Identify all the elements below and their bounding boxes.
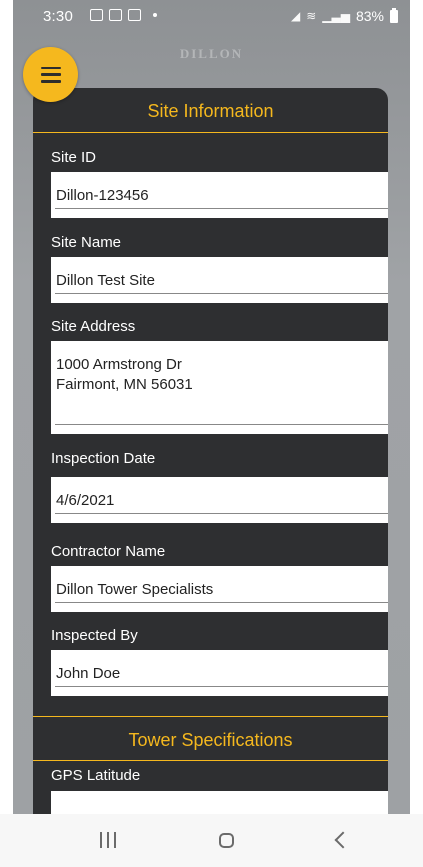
home-button[interactable]	[211, 828, 241, 852]
contractor-name-value: Dillon Tower Specialists	[56, 581, 214, 598]
back-icon	[334, 831, 352, 849]
field-underline	[55, 208, 388, 209]
mute-icon: ◢	[290, 9, 301, 23]
site-address-value: 1000 Armstrong Dr Fairmont, MN 56031	[56, 356, 193, 393]
site-address-field[interactable]: 1000 Armstrong Dr Fairmont, MN 56031	[51, 341, 388, 434]
site-name-field[interactable]: Dillon Test Site	[51, 257, 388, 303]
message-notification-icon	[109, 9, 122, 21]
home-icon	[218, 832, 234, 848]
message-notification-icon	[90, 9, 103, 21]
system-status: ◢ ≋ ▁▃▅ 83%	[290, 7, 398, 24]
site-id-label: Site ID	[51, 149, 97, 166]
inspection-date-label: Inspection Date	[51, 450, 156, 467]
signal-icon: ▁▃▅	[322, 9, 350, 23]
field-underline	[55, 293, 388, 294]
screen: 3:30 ◢ ≋ ▁▃▅ 83% DILLON Site Information…	[0, 0, 423, 867]
field-underline	[55, 424, 388, 425]
more-notifications-dot-icon	[153, 13, 157, 17]
site-address-label: Site Address	[51, 318, 136, 335]
section-header-site-information: Site Information	[33, 88, 388, 133]
field-underline	[55, 513, 388, 514]
site-id-value: Dillon-123456	[56, 187, 149, 204]
site-name-label: Site Name	[51, 234, 122, 251]
gps-latitude-label: GPS Latitude	[51, 767, 141, 784]
app-background: 3:30 ◢ ≋ ▁▃▅ 83% DILLON Site Information…	[13, 0, 410, 814]
notification-icons	[90, 9, 157, 21]
field-underline	[55, 602, 388, 603]
hamburger-menu-icon	[40, 66, 61, 83]
android-navigation-bar	[0, 814, 423, 867]
wifi-icon: ≋	[306, 9, 317, 23]
recents-button[interactable]	[93, 828, 123, 852]
gps-latitude-field[interactable]	[51, 791, 388, 814]
site-id-field[interactable]: Dillon-123456	[51, 172, 388, 218]
contractor-name-field[interactable]: Dillon Tower Specialists	[51, 566, 388, 612]
inspected-by-value: John Doe	[56, 665, 121, 682]
status-bar: 3:30 ◢ ≋ ▁▃▅ 83%	[13, 0, 410, 36]
site-name-value: Dillon Test Site	[56, 272, 155, 289]
menu-button[interactable]	[23, 47, 78, 102]
inspected-by-label: Inspected By	[51, 627, 138, 644]
back-button[interactable]	[326, 828, 356, 852]
gallery-notification-icon	[128, 9, 141, 21]
contractor-name-label: Contractor Name	[51, 543, 166, 560]
status-time: 3:30	[43, 8, 73, 25]
inspection-date-value: 4/6/2021	[56, 492, 115, 509]
site-form-card: Site Information Site ID Dillon-123456 S…	[33, 88, 388, 814]
inspected-by-field[interactable]: John Doe	[51, 650, 388, 696]
section-header-tower-specifications: Tower Specifications	[33, 716, 388, 761]
battery-percentage: 83%	[355, 8, 384, 24]
recents-icon	[100, 832, 116, 848]
field-underline	[55, 686, 388, 687]
inspection-date-field[interactable]: 4/6/2021	[51, 477, 388, 523]
battery-icon	[390, 7, 398, 23]
